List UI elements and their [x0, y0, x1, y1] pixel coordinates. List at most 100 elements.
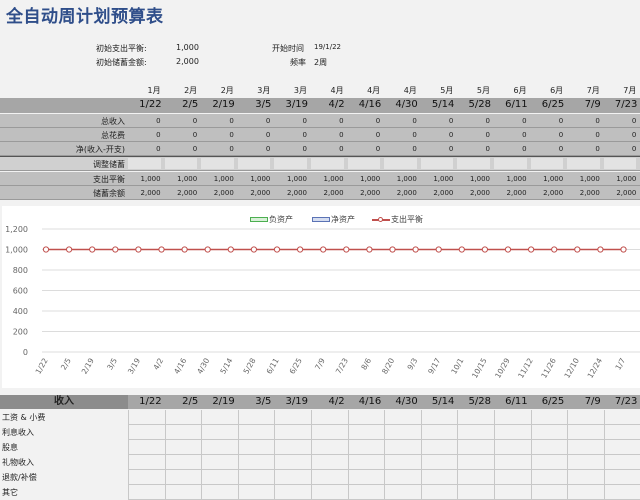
income-cell[interactable] — [603, 455, 640, 470]
income-cell[interactable] — [494, 425, 531, 440]
income-cell[interactable] — [201, 455, 238, 470]
income-cell[interactable] — [420, 470, 458, 485]
income-date-header: 6/25 — [541, 396, 565, 407]
income-cell[interactable] — [128, 455, 165, 470]
income-cell[interactable] — [494, 455, 531, 470]
income-cell[interactable] — [347, 410, 385, 425]
income-cell[interactable] — [237, 410, 275, 425]
income-cell[interactable] — [347, 470, 385, 485]
income-cell[interactable] — [384, 470, 421, 485]
x-tick-label: 5/28 — [241, 356, 257, 375]
income-cell[interactable] — [530, 440, 568, 455]
income-cell[interactable] — [164, 440, 202, 455]
y-tick-label: 800 — [13, 266, 28, 275]
income-cell[interactable] — [237, 425, 275, 440]
y-tick-label: 200 — [13, 328, 28, 337]
income-cell[interactable] — [420, 410, 458, 425]
income-cell[interactable] — [530, 485, 568, 500]
income-cell[interactable] — [274, 425, 311, 440]
income-cell[interactable] — [603, 485, 640, 500]
income-cell[interactable] — [274, 485, 311, 500]
income-cell[interactable] — [494, 440, 531, 455]
income-cell[interactable] — [274, 470, 311, 485]
income-cell[interactable] — [567, 485, 604, 500]
income-cell[interactable] — [567, 410, 604, 425]
income-cell[interactable] — [457, 440, 494, 455]
income-cell[interactable] — [567, 425, 604, 440]
income-cell[interactable] — [237, 440, 275, 455]
income-cell[interactable] — [494, 470, 531, 485]
x-tick-label: 1/7 — [613, 356, 627, 371]
income-cell[interactable] — [201, 440, 238, 455]
income-cell[interactable] — [311, 485, 348, 500]
income-cell[interactable] — [164, 485, 202, 500]
x-tick-label: 10/29 — [493, 356, 512, 379]
income-cell[interactable] — [384, 485, 421, 500]
income-cell[interactable] — [237, 455, 275, 470]
income-cell[interactable] — [311, 470, 348, 485]
income-cell[interactable] — [201, 470, 238, 485]
income-cell[interactable] — [603, 470, 640, 485]
income-cell[interactable] — [603, 410, 640, 425]
income-cell[interactable] — [457, 455, 494, 470]
income-cell[interactable] — [128, 425, 165, 440]
income-cell[interactable] — [530, 410, 568, 425]
income-cell[interactable] — [384, 455, 421, 470]
income-cell[interactable] — [237, 485, 275, 500]
income-cell[interactable] — [420, 455, 458, 470]
income-date-header: 6/11 — [505, 396, 528, 407]
income-cell[interactable] — [128, 440, 165, 455]
x-tick-label: 6/25 — [288, 356, 304, 375]
income-cell[interactable] — [201, 425, 238, 440]
income-cell[interactable] — [128, 485, 165, 500]
income-cell[interactable] — [347, 440, 385, 455]
income-cell[interactable] — [603, 425, 640, 440]
income-cell[interactable] — [128, 470, 165, 485]
income-cell[interactable] — [494, 410, 531, 425]
income-cell[interactable] — [274, 455, 311, 470]
data-point — [89, 246, 96, 253]
income-cell[interactable] — [164, 410, 202, 425]
income-cell[interactable] — [164, 425, 202, 440]
income-cell[interactable] — [274, 410, 311, 425]
income-cell[interactable] — [311, 455, 348, 470]
income-cell[interactable] — [274, 440, 311, 455]
income-cell[interactable] — [347, 485, 385, 500]
income-cell[interactable] — [237, 470, 275, 485]
x-tick-label: 4/2 — [151, 356, 165, 371]
income-cell[interactable] — [420, 440, 458, 455]
income-date-header: 4/16 — [358, 396, 382, 407]
income-cell[interactable] — [494, 485, 531, 500]
data-point — [528, 246, 535, 253]
income-cell[interactable] — [457, 410, 494, 425]
income-cell[interactable] — [384, 440, 421, 455]
income-cell[interactable] — [164, 455, 202, 470]
income-cell[interactable] — [128, 410, 165, 425]
income-cell[interactable] — [567, 440, 604, 455]
income-cell[interactable] — [201, 410, 238, 425]
income-cell[interactable] — [457, 425, 494, 440]
income-cell[interactable] — [311, 425, 348, 440]
income-cell[interactable] — [530, 455, 568, 470]
income-cell[interactable] — [201, 485, 238, 500]
income-cell[interactable] — [567, 455, 604, 470]
income-cell[interactable] — [530, 425, 568, 440]
income-date-header: 3/5 — [255, 396, 272, 407]
income-cell[interactable] — [384, 425, 421, 440]
income-cell[interactable] — [567, 470, 604, 485]
income-cell[interactable] — [164, 470, 202, 485]
income-cell[interactable] — [530, 470, 568, 485]
income-cell[interactable] — [384, 410, 421, 425]
income-cell[interactable] — [311, 410, 348, 425]
data-point — [551, 246, 558, 253]
income-cell[interactable] — [457, 485, 494, 500]
income-cell[interactable] — [420, 425, 458, 440]
income-cell[interactable] — [457, 470, 494, 485]
income-date-header: 7/9 — [584, 396, 601, 407]
income-cell[interactable] — [311, 440, 348, 455]
income-cell[interactable] — [603, 440, 640, 455]
income-cell[interactable] — [347, 455, 385, 470]
data-point — [297, 246, 304, 253]
income-cell[interactable] — [347, 425, 385, 440]
income-cell[interactable] — [420, 485, 458, 500]
